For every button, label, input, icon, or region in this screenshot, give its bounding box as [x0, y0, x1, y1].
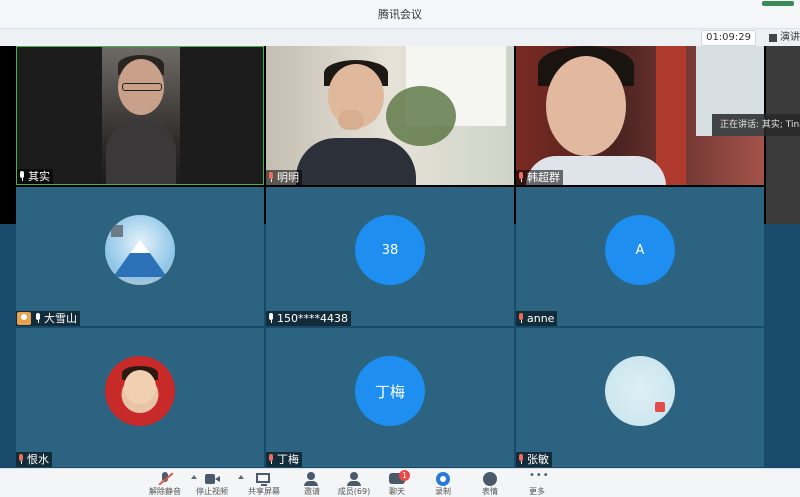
record-icon [435, 472, 451, 486]
presentation-mode-button[interactable]: 演讲 [769, 30, 800, 45]
mic-muted-icon [517, 313, 526, 324]
stop-video-label: 停止视频 [196, 487, 228, 496]
invite-icon [304, 472, 320, 486]
title-bar: 腾讯会议 [0, 0, 800, 29]
members-icon [346, 472, 362, 486]
active-speaker-indicator: 正在讲话: 其实; Tina; [712, 114, 800, 136]
participant-tile-avatar[interactable]: 恨水 [16, 328, 264, 467]
unmute-label: 解除静音 [149, 487, 181, 496]
participant-name-tag: 张敏 [516, 452, 552, 467]
participant-name: anne [527, 312, 555, 325]
meeting-toolbar: 解除静音 停止视频 共享屏幕 邀请 成员(69) 1 聊天 录制 表情 更多 [0, 468, 800, 497]
participant-tile-avatar[interactable]: 38 150****4438 [266, 187, 514, 326]
participant-name: 韩超群 [527, 171, 560, 184]
avatar: A [605, 215, 675, 285]
mic-off-icon [157, 472, 173, 486]
meeting-info-bar: 01:09:29 演讲 [0, 29, 800, 47]
participant-tile-avatar[interactable]: 大雪山 [16, 187, 264, 326]
participant-tile-video[interactable]: 其实 [16, 46, 264, 185]
participant-name-tag: 恨水 [16, 452, 52, 467]
share-screen-button[interactable]: 共享屏幕 [242, 471, 286, 497]
participant-name-tag: 韩超群 [516, 170, 563, 185]
presentation-icon [769, 33, 777, 42]
participant-video [266, 46, 514, 185]
mic-muted-icon [17, 454, 26, 465]
share-screen-label: 共享屏幕 [248, 487, 280, 496]
share-screen-icon [256, 472, 272, 486]
mic-muted-icon [517, 454, 526, 465]
invite-label: 邀请 [304, 487, 320, 496]
record-button[interactable]: 录制 [421, 471, 465, 497]
participant-name: 大雪山 [44, 312, 77, 325]
participant-name: 张敏 [527, 453, 549, 466]
members-button[interactable]: 成员(69) [332, 471, 376, 497]
invite-button[interactable]: 邀请 [290, 471, 334, 497]
avatar: 38 [355, 215, 425, 285]
chat-button[interactable]: 1 聊天 [375, 470, 419, 497]
mic-on-icon [34, 313, 43, 324]
host-badge-icon [17, 312, 31, 325]
mic-on-icon [18, 171, 27, 182]
mic-muted-icon [517, 172, 526, 183]
participant-tile-avatar[interactable]: A anne [516, 187, 764, 326]
stop-video-button[interactable]: 停止视频 [190, 471, 244, 497]
unmute-button[interactable]: 解除静音 [143, 471, 197, 497]
participant-name-tag: 明明 [266, 170, 302, 185]
participant-tile-avatar[interactable]: 丁梅 丁梅 [266, 328, 514, 467]
avatar [105, 356, 175, 426]
meeting-timer: 01:09:29 [701, 30, 756, 46]
emoji-icon [482, 472, 498, 486]
window-title: 腾讯会议 [378, 8, 422, 21]
mic-on-icon [267, 313, 276, 324]
participant-name-tag: 大雪山 [16, 311, 80, 326]
avatar: 丁梅 [355, 356, 425, 426]
unread-badge: 1 [399, 470, 410, 481]
participant-tile-avatar[interactable]: 张敏 [516, 328, 764, 467]
participant-name-tag: anne [516, 311, 558, 326]
avatar [105, 215, 175, 285]
participant-video [102, 47, 180, 184]
video-grid: 其实 明明 韩超群 大雪山 38 150****4438 A anne 恨水 丁… [0, 46, 800, 468]
more-icon [529, 470, 550, 486]
members-label: 成员(69) [337, 487, 371, 496]
participant-name: 恨水 [27, 453, 49, 466]
participant-name: 明明 [277, 171, 299, 184]
record-label: 录制 [435, 487, 451, 496]
window-controls[interactable] [762, 1, 794, 6]
participant-name: 丁梅 [277, 453, 299, 466]
participant-name: 150****4438 [277, 312, 348, 325]
chat-label: 聊天 [389, 487, 405, 496]
more-button[interactable]: 更多 [515, 470, 559, 497]
more-label: 更多 [529, 487, 545, 496]
camera-icon [204, 472, 220, 486]
participant-name-tag: 150****4438 [266, 311, 351, 326]
participant-name-tag: 丁梅 [266, 452, 302, 467]
mic-muted-icon [267, 454, 276, 465]
reactions-button[interactable]: 表情 [468, 471, 512, 497]
avatar [605, 356, 675, 426]
mic-muted-icon [267, 172, 276, 183]
participant-name: 其实 [28, 170, 50, 183]
participant-tile-video[interactable]: 明明 [266, 46, 514, 185]
presentation-mode-label: 演讲 [780, 32, 800, 43]
reactions-label: 表情 [482, 487, 498, 496]
participant-name-tag: 其实 [17, 169, 53, 184]
